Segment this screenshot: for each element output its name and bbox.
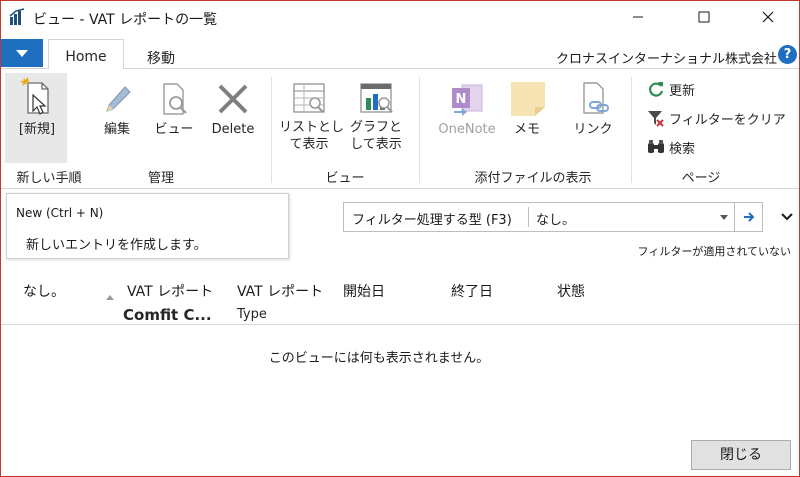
group-label-page: ページ xyxy=(681,171,721,186)
show-as-list-button[interactable]: リストとし て表示 xyxy=(279,81,345,153)
close-window-button[interactable] xyxy=(745,1,791,33)
sort-ascending-icon xyxy=(106,295,114,300)
find-label: 検索 xyxy=(669,141,696,157)
list-window: ビュー - VAT レポートの一覧 Home 移動 クロナスインターナショナル株… xyxy=(0,0,800,477)
delete-button[interactable]: Delete xyxy=(205,81,261,138)
svg-text:N: N xyxy=(456,92,467,107)
close-icon xyxy=(762,11,774,23)
column-header-vat-report-type-sub: Type xyxy=(237,307,267,322)
chart-view-icon xyxy=(360,83,393,113)
ribbon-separator xyxy=(419,77,420,183)
refresh-icon xyxy=(649,82,664,97)
refresh-button[interactable]: 更新 xyxy=(647,78,695,100)
maximize-icon xyxy=(698,11,710,23)
help-icon[interactable]: ? xyxy=(778,45,797,64)
ribbon: [新規] 編集 ビュー Delete リストとし て表示 グラフと して表示 N… xyxy=(1,69,799,189)
app-menu-button[interactable] xyxy=(1,39,43,67)
onenote-button[interactable]: N OneNote xyxy=(431,81,503,138)
show-as-list-label-2: て表示 xyxy=(289,137,329,152)
show-as-chart-label-1: グラフと xyxy=(349,120,402,135)
show-as-chart-label-2: して表示 xyxy=(350,137,402,152)
edit-button-label: 編集 xyxy=(103,122,130,137)
column-header-start-date[interactable]: 開始日 xyxy=(343,281,385,301)
group-label-view: ビュー xyxy=(325,171,365,186)
show-as-list-label-1: リストとし xyxy=(279,120,345,135)
delete-x-icon xyxy=(218,84,248,114)
filter-apply-button[interactable] xyxy=(734,203,763,231)
refresh-label: 更新 xyxy=(669,83,696,99)
close-button[interactable]: 閉じる xyxy=(691,440,791,470)
tab-home[interactable]: Home xyxy=(48,39,124,70)
group-label-new: 新しい手順 xyxy=(16,171,82,186)
pencil-icon xyxy=(106,86,131,112)
filter-status: フィルターが適用されていない xyxy=(637,245,791,258)
title-bar: ビュー - VAT レポートの一覧 xyxy=(1,1,799,35)
clear-filter-button[interactable]: フィルターをクリア xyxy=(647,107,786,129)
list-header: なし。 VAT レポート Comfit C... VAT レポート Type 開… xyxy=(1,273,799,325)
column-header-none[interactable]: なし。 xyxy=(23,281,65,301)
delete-button-label: Delete xyxy=(211,122,255,137)
clear-filter-icon xyxy=(648,111,664,127)
column-header-end-date[interactable]: 終了日 xyxy=(451,281,493,301)
maximize-button[interactable] xyxy=(681,1,727,33)
empty-list-message: このビューには何も表示されません。 xyxy=(268,351,490,366)
edit-button[interactable]: 編集 xyxy=(91,81,143,138)
note-icon xyxy=(511,82,545,116)
column-header-status[interactable]: 状態 xyxy=(557,281,585,301)
app-logo-icon xyxy=(9,8,27,26)
filter-divider xyxy=(528,207,529,227)
tab-move[interactable]: 移動 xyxy=(131,39,191,69)
column-header-vat-report[interactable]: VAT レポート xyxy=(127,281,213,301)
group-label-manage: 管理 xyxy=(147,171,174,186)
new-button[interactable]: [新規] xyxy=(9,77,65,138)
clear-filter-label: フィルターをクリア xyxy=(669,112,786,128)
filter-value-field[interactable]: なし。 xyxy=(536,209,575,228)
tooltip-body: 新しいエントリを作成します。 xyxy=(26,238,207,253)
tooltip-title: New (Ctrl + N) xyxy=(16,206,104,220)
company-name: クロナスインターナショナル株式会社 xyxy=(555,52,777,67)
note-label: メモ xyxy=(513,122,540,137)
ribbon-tabs: Home 移動 クロナスインターナショナル株式会社 ? xyxy=(1,39,799,70)
arrow-right-icon xyxy=(744,212,755,222)
view-document-icon xyxy=(163,83,187,115)
onenote-label: OneNote xyxy=(438,122,496,137)
find-button[interactable]: 検索 xyxy=(647,136,695,158)
ribbon-separator xyxy=(631,77,632,183)
filter-type-label[interactable]: フィルター処理する型 (F3) xyxy=(352,209,512,228)
filter-box: フィルター処理する型 (F3) なし。 xyxy=(343,202,763,232)
binoculars-icon xyxy=(648,140,664,153)
show-as-chart-button[interactable]: グラフと して表示 xyxy=(345,81,407,153)
list-view-icon xyxy=(293,83,325,113)
minimize-icon xyxy=(633,16,643,18)
window-title: ビュー - VAT レポートの一覧 xyxy=(33,12,218,28)
note-button[interactable]: メモ xyxy=(507,81,547,138)
minimize-button[interactable] xyxy=(615,1,661,33)
column-header-vat-report-sub: Comfit C... xyxy=(123,306,212,324)
ribbon-separator xyxy=(271,77,272,183)
group-label-attachments: 添付ファイルの表示 xyxy=(474,171,592,186)
column-header-vat-report-type[interactable]: VAT レポート xyxy=(237,281,323,301)
chevron-down-icon xyxy=(16,49,28,57)
expand-chevron-icon[interactable] xyxy=(779,211,795,223)
onenote-icon: N xyxy=(452,84,483,116)
chevron-down-icon[interactable] xyxy=(720,215,728,220)
new-button-tooltip: New (Ctrl + N) 新しいエントリを作成します。 xyxy=(6,193,289,259)
new-document-icon xyxy=(20,77,49,115)
link-button[interactable]: リンク xyxy=(565,81,621,138)
link-label: リンク xyxy=(573,122,613,137)
link-icon xyxy=(583,82,609,114)
new-button-label: [新規] xyxy=(18,122,56,137)
view-button[interactable]: ビュー xyxy=(149,81,199,138)
view-button-label: ビュー xyxy=(154,122,194,137)
